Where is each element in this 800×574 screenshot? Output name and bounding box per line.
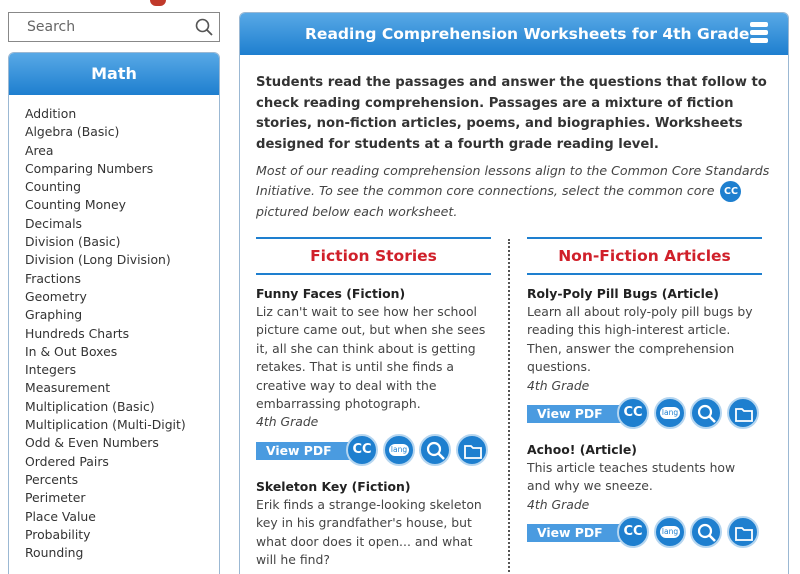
folder-icon	[735, 408, 753, 422]
main-panel: Reading Comprehension Worksheets for 4th…	[239, 12, 789, 574]
sidebar-item-perimeter[interactable]: Perimeter	[25, 489, 219, 507]
common-core-button[interactable]: CC	[617, 397, 649, 430]
worksheet-actions: View PDF CC lang	[256, 433, 491, 468]
sidebar-item-counting[interactable]: Counting	[25, 178, 219, 196]
nonfiction-heading: Non-Fiction Articles	[527, 237, 762, 275]
worksheet-title[interactable]: Funny Faces (Fiction)	[256, 285, 491, 303]
sidebar-list: Addition Algebra (Basic) Area Comparing …	[9, 95, 219, 562]
worksheet-title[interactable]: Roly-Poly Pill Bugs (Article)	[527, 285, 762, 303]
sidebar-item-addition[interactable]: Addition	[25, 105, 219, 123]
worksheet-item: Roly-Poly Pill Bugs (Article) Learn all …	[527, 285, 762, 431]
sidebar-item-multiplication-basic[interactable]: Multiplication (Basic)	[25, 398, 219, 416]
common-core-note: Most of our reading comprehension lesson…	[256, 161, 778, 221]
nonfiction-column: Non-Fiction Articles Roly-Poly Pill Bugs…	[527, 237, 762, 550]
sidebar-item-decimals[interactable]: Decimals	[25, 215, 219, 233]
magnifier-icon	[697, 524, 716, 543]
language-arts-button[interactable]: lang	[654, 397, 686, 430]
worksheet-grade: 4th Grade	[527, 496, 590, 512]
sidebar-item-division-basic[interactable]: Division (Basic)	[25, 233, 219, 251]
lang-icon: lang	[660, 526, 680, 539]
sidebar-item-counting-money[interactable]: Counting Money	[25, 196, 219, 214]
common-core-button[interactable]: CC	[346, 433, 378, 466]
fiction-heading: Fiction Stories	[256, 237, 491, 275]
preview-button[interactable]	[690, 397, 722, 430]
math-sidebar: Math Addition Algebra (Basic) Area Compa…	[8, 52, 220, 574]
sidebar-item-graphing[interactable]: Graphing	[25, 306, 219, 324]
common-core-note-start: Most of our reading comprehension lesson…	[256, 163, 770, 198]
language-arts-button[interactable]: lang	[383, 433, 415, 466]
magnifier-icon	[426, 441, 445, 460]
worksheet-description: Learn all about roly-poly pill bugs by r…	[527, 304, 753, 375]
worksheet-description: Liz can't wait to see how her school pic…	[256, 304, 486, 412]
worksheet-actions: View PDF CC lang	[527, 516, 762, 550]
sidebar-item-in-out-boxes[interactable]: In & Out Boxes	[25, 343, 219, 361]
intro-text: Students read the passages and answer th…	[256, 75, 767, 152]
save-folder-button[interactable]	[727, 516, 759, 549]
sidebar-item-division-long[interactable]: Division (Long Division)	[25, 251, 219, 269]
worksheet-description: Erik finds a strange-looking skeleton ke…	[256, 496, 482, 568]
lang-icon: lang	[389, 443, 409, 456]
logo-fragment	[150, 0, 166, 6]
common-core-icon: CC	[720, 180, 742, 202]
sidebar-item-percents[interactable]: Percents	[25, 471, 219, 489]
folder-icon	[735, 527, 753, 542]
sidebar-title: Math	[9, 53, 219, 95]
sidebar-item-fractions[interactable]: Fractions	[25, 270, 219, 288]
sidebar-item-measurement[interactable]: Measurement	[25, 379, 219, 397]
sidebar-item-hundreds-charts[interactable]: Hundreds Charts	[25, 325, 219, 343]
sidebar-item-place-value[interactable]: Place Value	[25, 508, 219, 526]
save-folder-button[interactable]	[456, 433, 488, 466]
preview-button[interactable]	[419, 433, 451, 466]
worksheet-description: This article teaches students how and wh…	[527, 460, 736, 494]
sidebar-item-comparing-numbers[interactable]: Comparing Numbers	[25, 160, 219, 178]
folder-icon	[464, 444, 482, 459]
page-title-bar: Reading Comprehension Worksheets for 4th…	[240, 13, 788, 55]
common-core-note-end: pictured below each worksheet.	[256, 203, 458, 219]
sidebar-item-ordered-pairs[interactable]: Ordered Pairs	[25, 453, 219, 471]
menu-icon[interactable]	[750, 22, 768, 46]
worksheet-item: Achoo! (Article) This article teaches st…	[527, 441, 762, 550]
worksheet-title[interactable]: Skeleton Key (Fiction)	[256, 478, 491, 496]
sidebar-item-geometry[interactable]: Geometry	[25, 288, 219, 306]
worksheet-item: Skeleton Key (Fiction) Erik finds a stra…	[256, 478, 491, 570]
save-folder-button[interactable]	[727, 397, 759, 430]
sidebar-item-multiplication-multi[interactable]: Multiplication (Multi-Digit)	[25, 416, 219, 434]
fiction-column: Fiction Stories Funny Faces (Fiction) Li…	[256, 237, 491, 569]
worksheet-actions: View PDF CC lang	[527, 397, 762, 431]
language-arts-button[interactable]: lang	[654, 516, 686, 549]
sidebar-item-algebra[interactable]: Algebra (Basic)	[25, 123, 219, 141]
lang-icon: lang	[660, 407, 680, 420]
sidebar-item-area[interactable]: Area	[25, 142, 219, 160]
worksheet-title[interactable]: Achoo! (Article)	[527, 441, 762, 459]
worksheet-item: Funny Faces (Fiction) Liz can't wait to …	[256, 285, 491, 468]
preview-button[interactable]	[690, 516, 722, 549]
worksheet-grade: 4th Grade	[256, 414, 319, 430]
common-core-button[interactable]: CC	[617, 516, 649, 549]
magnifier-icon	[697, 404, 716, 423]
worksheet-grade: 4th Grade	[527, 377, 590, 393]
page-title: Reading Comprehension Worksheets for 4th…	[305, 25, 750, 43]
search-input[interactable]	[9, 13, 189, 41]
sidebar-item-integers[interactable]: Integers	[25, 361, 219, 379]
column-divider	[508, 239, 510, 574]
search-icon[interactable]	[195, 18, 213, 36]
sidebar-item-probability[interactable]: Probability	[25, 526, 219, 544]
sidebar-item-odd-even[interactable]: Odd & Even Numbers	[25, 434, 219, 452]
search-box[interactable]	[8, 12, 220, 42]
sidebar-item-rounding[interactable]: Rounding	[25, 544, 219, 562]
